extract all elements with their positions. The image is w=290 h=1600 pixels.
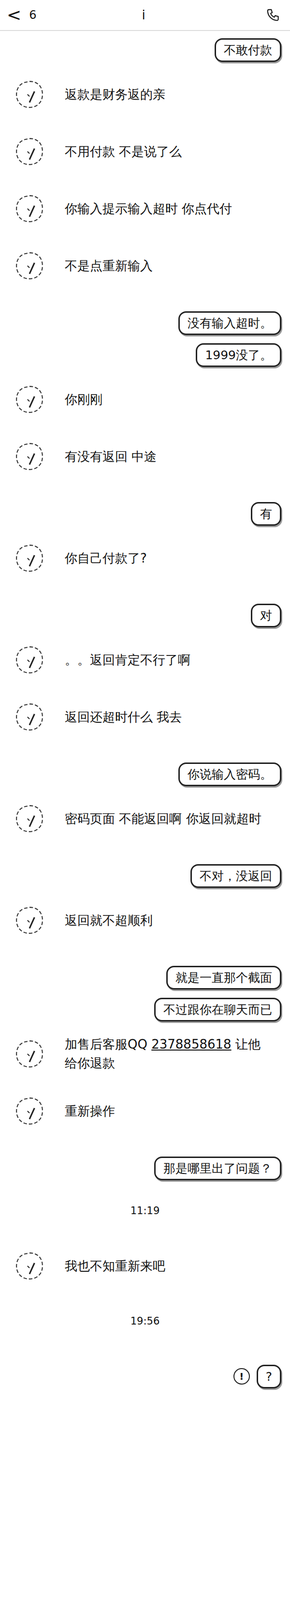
received-message: 你输入提示输入超时 你点代付 — [0, 179, 290, 237]
avatar-icon[interactable] — [14, 903, 45, 934]
message-bubble: 那是哪里出了问题？ — [154, 1154, 282, 1179]
timestamp: 19:56 — [0, 1302, 290, 1336]
message-text: 密码页面 不能返回啊 你返回就超时 — [64, 808, 262, 827]
message-bubble: 不过跟你在聊天而已 — [154, 996, 282, 1020]
avatar-icon[interactable] — [14, 250, 45, 281]
message-bubble: 不敢付款 — [214, 38, 282, 62]
send-failed-icon[interactable]: ! — [233, 1365, 250, 1383]
avatar-icon[interactable] — [14, 643, 45, 674]
sent-message: 没有输入超时。 — [0, 306, 290, 339]
message-text: 返回还超时什么 我去 — [64, 706, 182, 726]
chat-header: <6i — [0, 0, 290, 31]
message-bubble: 对 — [250, 602, 282, 627]
message-text: 返回就不超顺利 — [64, 909, 153, 929]
sent-message: 你说输入密码。 — [0, 756, 290, 789]
phone-icon[interactable] — [265, 7, 281, 23]
back-button[interactable]: <6 — [6, 6, 65, 24]
avatar-icon[interactable] — [14, 1037, 45, 1068]
message-text: 不用付款 不是说了么 — [64, 142, 182, 161]
received-message: 不是点重新输入 — [0, 236, 290, 294]
avatar-icon[interactable] — [14, 1248, 45, 1279]
received-message: 密码页面 不能返回啊 你返回就超时 — [0, 788, 290, 846]
avatar-icon[interactable] — [14, 383, 45, 414]
message-bubble: ? — [256, 1362, 282, 1387]
avatar-icon[interactable] — [14, 1094, 45, 1125]
sent-message: !? — [0, 1358, 290, 1391]
sent-message: 不对，没返回 — [0, 858, 290, 891]
avatar-icon[interactable] — [14, 79, 45, 110]
message-text: 你输入提示输入超时 你点代付 — [64, 199, 232, 218]
sent-message: 有 — [0, 496, 290, 529]
received-message: 。。返回肯定不行了啊 — [0, 630, 290, 688]
message-text: 有没有返回 中途 — [64, 446, 157, 466]
received-message: 我也不知重新来吧 — [0, 1235, 290, 1293]
message-text: 返款是财务返的亲 — [64, 85, 166, 104]
avatar-icon[interactable] — [14, 542, 45, 573]
avatar-icon[interactable] — [14, 440, 45, 471]
message-text: 你自己付款了? — [64, 548, 147, 567]
sent-message: 不过跟你在聊天而已 — [0, 991, 290, 1024]
avatar-icon[interactable] — [14, 700, 45, 731]
message-text: 重新操作 — [64, 1100, 116, 1119]
message-bubble: 没有输入超时。 — [178, 310, 282, 335]
sent-message: 不敢付款 — [0, 33, 290, 66]
received-message: 返款是财务返的亲 — [0, 65, 290, 123]
received-message: 返回还超时什么 我去 — [0, 687, 290, 745]
sent-message: 对 — [0, 598, 290, 631]
message-bubble: 你说输入密码。 — [178, 761, 282, 785]
received-message: 不用付款 不是说了么 — [0, 122, 290, 180]
received-message: 返回就不超顺利 — [0, 890, 290, 948]
message-text: 不是点重新输入 — [64, 256, 153, 276]
message-bubble: 1999没了。 — [195, 342, 282, 367]
message-bubble: 不对，没返回 — [190, 862, 282, 887]
received-message: 你自己付款了? — [0, 528, 290, 586]
sent-message: 就是一直那个截面 — [0, 959, 290, 992]
unread-count: 6 — [29, 8, 37, 22]
timestamp: 11:19 — [0, 1191, 290, 1226]
back-arrow-icon: < — [6, 6, 22, 24]
received-message: 你刚刚 — [0, 370, 290, 428]
received-message: 加售后客服QQ 2378858618 让他给你退款 — [0, 1023, 290, 1081]
chat-screen: <6i不敢付款返款是财务返的亲不用付款 不是说了么你输入提示输入超时 你点代付不… — [0, 0, 290, 1598]
avatar-icon[interactable] — [14, 193, 45, 224]
received-message: 有没有返回 中途 — [0, 427, 290, 485]
qq-link[interactable]: 2378858618 — [151, 1035, 232, 1050]
sent-message: 1999没了。 — [0, 338, 290, 371]
message-text: 加售后客服QQ 2378858618 让他给你退款 — [64, 1033, 268, 1072]
message-text: 我也不知重新来吧 — [64, 1254, 166, 1274]
avatar-icon[interactable] — [14, 136, 45, 167]
chat-title: i — [64, 7, 266, 23]
text-segment: 加售后客服QQ — [64, 1035, 152, 1050]
message-bubble: 就是一直那个截面 — [166, 964, 282, 988]
message-text: 你刚刚 — [64, 389, 103, 409]
message-list: 不敢付款返款是财务返的亲不用付款 不是说了么你输入提示输入超时 你点代付不是点重… — [0, 30, 290, 1391]
message-text: 。。返回肯定不行了啊 — [64, 649, 191, 669]
avatar-icon[interactable] — [14, 802, 45, 833]
sent-message: 那是哪里出了问题？ — [0, 1150, 290, 1183]
message-bubble: 有 — [250, 501, 282, 525]
received-message: 重新操作 — [0, 1080, 290, 1138]
